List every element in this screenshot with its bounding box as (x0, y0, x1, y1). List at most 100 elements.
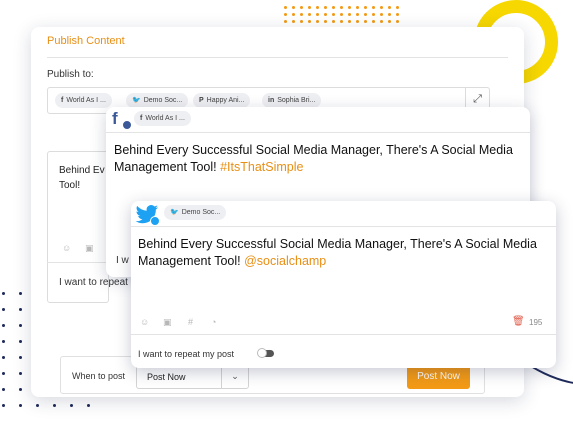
dot-decoration (19, 292, 22, 295)
dot-decoration (284, 20, 287, 23)
image-icon[interactable]: ▣ (85, 243, 94, 254)
dot-decoration (380, 13, 383, 16)
when-to-post-value: Post Now (147, 372, 186, 382)
dot-decoration (332, 20, 335, 23)
repeat-label-partial: I want to repeat (59, 277, 128, 288)
dot-decoration (292, 6, 295, 9)
dot-decoration (19, 388, 22, 391)
dot-decoration (300, 6, 303, 9)
dot-decoration (2, 308, 5, 311)
repeat-label-partial: I w (116, 255, 129, 266)
account-chip-twitter[interactable]: 🐦 Demo Soc... (164, 205, 227, 220)
account-chip-label: Sophia Bri... (277, 97, 316, 104)
twitter-preview-card: 🐦 Demo Soc... Behind Every Successful Soc… (131, 201, 556, 368)
hashtag: #ItsThatSimple (220, 160, 304, 174)
dot-decoration (2, 372, 5, 375)
dot-decoration (316, 13, 319, 16)
account-chip-facebook[interactable]: f World As I ... (134, 111, 191, 126)
trash-icon[interactable]: 🗑 (512, 316, 525, 327)
dot-decoration (340, 20, 343, 23)
dot-decoration (19, 372, 22, 375)
card-header-divider (131, 226, 556, 227)
linkedin-icon: in (268, 97, 275, 104)
twitter-icon: 🐦 (132, 97, 141, 104)
card-header-divider (106, 132, 530, 133)
hashtag-icon[interactable]: # (188, 317, 193, 327)
compose-divider (47, 262, 107, 263)
account-chip-pinterest[interactable]: P Happy Ani... (193, 93, 251, 108)
dot-decoration (2, 404, 5, 407)
dot-decoration (2, 356, 5, 359)
dot-decoration (2, 292, 5, 295)
character-count: 195 (529, 318, 543, 327)
dot-decoration (324, 6, 327, 9)
dot-decoration (356, 20, 359, 23)
compose-text-line: Behind Ev (59, 165, 105, 176)
chevron-down-icon: ⌄ (221, 366, 248, 388)
compose-text-partial: Behind Ev Tool! (59, 163, 105, 193)
twitter-icon: 🐦 (170, 209, 179, 216)
dot-decoration (19, 356, 22, 359)
dot-decoration (372, 20, 375, 23)
dot-decoration (356, 6, 359, 9)
when-to-post-select[interactable]: Post Now ⌄ (136, 365, 249, 389)
dot-decoration (348, 13, 351, 16)
dot-decoration (300, 13, 303, 16)
facebook-badge-icon (122, 120, 132, 130)
dot-decoration (292, 13, 295, 16)
dot-decoration (284, 13, 287, 16)
dot-decoration (396, 20, 399, 23)
twitter-badge-icon (150, 216, 160, 226)
facebook-icon: f (61, 97, 64, 104)
dot-decoration (332, 13, 335, 16)
facebook-post-text[interactable]: Behind Every Successful Social Media Man… (114, 142, 524, 176)
facebook-icon: f (140, 115, 143, 122)
dot-decoration (364, 20, 367, 23)
dot-decoration (388, 20, 391, 23)
dot-decoration (380, 20, 383, 23)
publish-to-label: Publish to: (47, 69, 94, 80)
account-chip-twitter[interactable]: 🐦 Demo Soc... (126, 93, 189, 108)
pinterest-icon: P (199, 97, 204, 104)
dot-decoration (372, 13, 375, 16)
dot-decoration (396, 13, 399, 16)
dot-decoration (308, 20, 311, 23)
dot-decoration (19, 340, 22, 343)
dot-decoration (316, 6, 319, 9)
dot-decoration (340, 13, 343, 16)
dot-decoration (388, 6, 391, 9)
emoji-icon[interactable]: ☺ (140, 317, 149, 327)
repeat-post-toggle[interactable] (257, 348, 274, 358)
dot-decoration (2, 324, 5, 327)
schedule-icon[interactable]: ◔ (211, 317, 216, 327)
dot-decoration (316, 20, 319, 23)
dot-decoration (396, 6, 399, 9)
dot-decoration (2, 388, 5, 391)
dot-decoration (348, 20, 351, 23)
account-chip-label: World As I ... (145, 115, 185, 122)
dot-decoration (364, 13, 367, 16)
twitter-post-text[interactable]: Behind Every Successful Social Media Man… (138, 236, 550, 270)
account-chip-label: Demo Soc... (143, 97, 183, 104)
dot-decoration (292, 20, 295, 23)
account-chip-facebook[interactable]: f World As I ... (55, 93, 112, 108)
account-chip-label: Happy Ani... (206, 97, 245, 104)
dot-decoration (300, 20, 303, 23)
image-icon[interactable]: ▣ (163, 317, 172, 328)
dot-decoration (70, 404, 73, 407)
card-footer-divider (131, 334, 556, 335)
panel-title: Publish Content (47, 35, 125, 47)
account-chip-linkedin[interactable]: in Sophia Bri... (262, 93, 322, 108)
dot-decoration (348, 6, 351, 9)
dot-decoration (324, 13, 327, 16)
dot-decoration (19, 308, 22, 311)
dot-decoration (2, 340, 5, 343)
post-now-button[interactable]: Post Now (407, 365, 470, 389)
dot-decoration (364, 6, 367, 9)
account-chip-label: Demo Soc... (181, 209, 221, 216)
post-body: Behind Every Successful Social Media Man… (138, 237, 537, 268)
emoji-icon[interactable]: ☺ (62, 243, 71, 253)
repeat-post-label: I want to repeat my post (138, 349, 235, 359)
dot-decoration (19, 324, 22, 327)
dot-decoration (308, 13, 311, 16)
